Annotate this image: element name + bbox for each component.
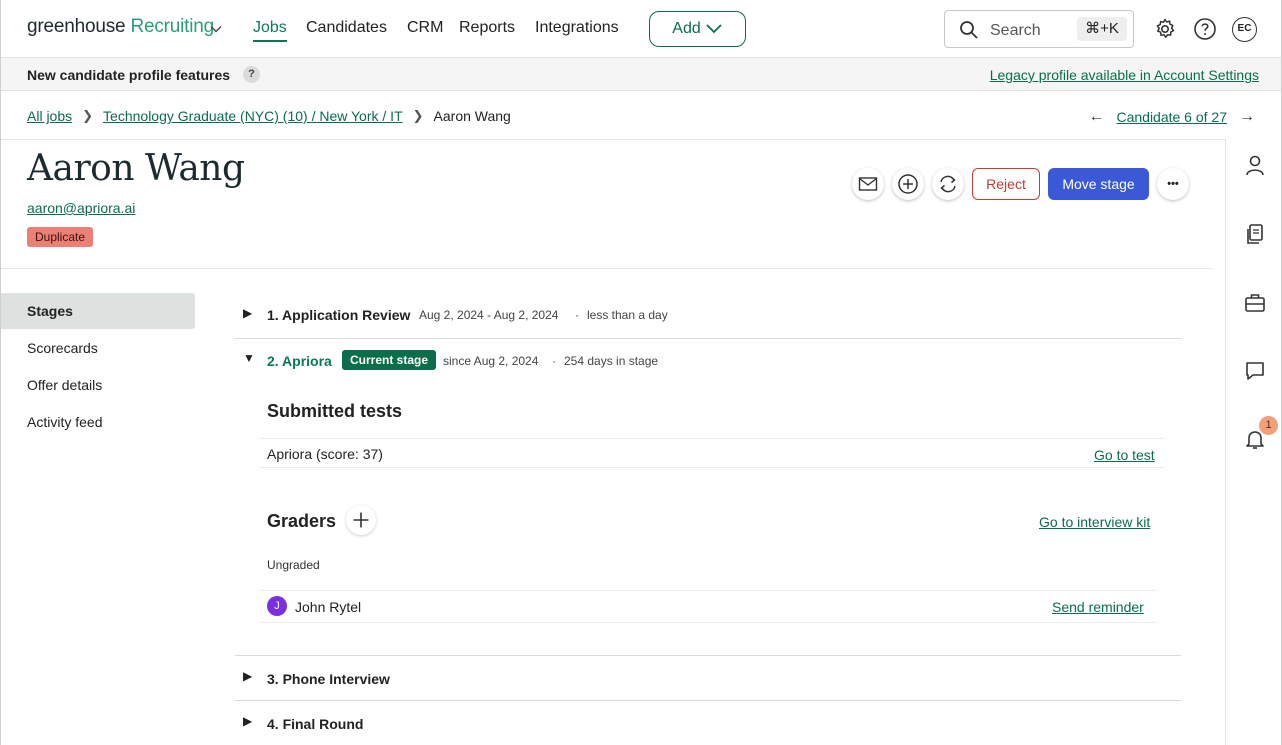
breadcrumb: All jobs ❯ Technology Graduate (NYC) (10… <box>27 108 511 124</box>
help-icon[interactable] <box>1193 17 1217 41</box>
refresh-icon <box>940 175 956 193</box>
divider <box>1 268 1213 269</box>
breadcrumb-current: Aaron Wang <box>433 108 511 124</box>
plus-circle-icon <box>898 174 918 194</box>
stage-row[interactable]: ▼ 2. Apriora Current stage since Aug 2, … <box>235 350 1181 372</box>
arrow-right-icon[interactable]: → <box>1239 108 1255 126</box>
breadcrumb-all-jobs[interactable]: All jobs <box>27 108 72 124</box>
gear-icon[interactable] <box>1153 17 1177 41</box>
help-icon[interactable]: ? <box>243 66 260 83</box>
stage-title: 2. Apriora <box>267 353 332 369</box>
stage-title: 3. Phone Interview <box>267 671 390 687</box>
arrow-left-icon[interactable]: ← <box>1088 108 1104 126</box>
go-to-test-link[interactable]: Go to test <box>1094 447 1155 463</box>
divider <box>235 700 1181 701</box>
feature-banner: New candidate profile features ? Legacy … <box>1 58 1281 91</box>
stage-since: since Aug 2, 2024 <box>443 354 539 368</box>
chevron-down-icon[interactable] <box>209 22 223 36</box>
search-icon <box>960 21 978 39</box>
mail-icon <box>858 177 878 191</box>
stage-title: 4. Final Round <box>267 716 364 732</box>
sidebar-item-activity-feed[interactable]: Activity feed <box>1 404 195 440</box>
caret-down-icon[interactable]: ▼ <box>243 351 255 365</box>
top-nav: greenhouse Recruiting Jobs Candidates CR… <box>1 0 1281 58</box>
nav-jobs[interactable]: Jobs <box>253 19 287 42</box>
right-rail: 1 <box>1225 139 1281 745</box>
stage-row[interactable]: ▶ 3. Phone Interview <box>235 668 1181 690</box>
logo-accent: Recruiting <box>130 16 215 37</box>
nav-reports[interactable]: Reports <box>459 19 515 37</box>
search-shortcut: ⌘+K <box>1077 17 1127 41</box>
divider <box>259 467 1165 468</box>
divider <box>259 622 1157 623</box>
add-label: Add <box>672 20 701 37</box>
grader-name: John Rytel <box>295 599 362 615</box>
duplicate-badge[interactable]: Duplicate <box>27 227 94 247</box>
add-button[interactable]: Add <box>649 11 746 47</box>
caret-right-icon[interactable]: ▶ <box>243 306 252 320</box>
nav-crm[interactable]: CRM <box>407 19 443 37</box>
divider <box>259 438 1165 439</box>
chevron-right-icon: ❯ <box>412 108 424 123</box>
logo[interactable]: greenhouse Recruiting <box>27 16 214 38</box>
sidebar-item-scorecards[interactable]: Scorecards <box>1 330 195 366</box>
logo-main: greenhouse <box>27 16 126 37</box>
stage-duration: less than a day <box>587 308 668 322</box>
divider <box>235 338 1181 339</box>
sidebar-item-stages[interactable]: Stages <box>1 293 195 329</box>
divider <box>235 655 1181 656</box>
banner-text: New candidate profile features <box>27 67 231 83</box>
transfer-button[interactable] <box>932 168 964 200</box>
grading-status: Ungraded <box>267 558 320 572</box>
email-button[interactable] <box>852 168 884 200</box>
go-to-interview-kit-link[interactable]: Go to interview kit <box>1039 514 1150 530</box>
search-input[interactable]: Search ⌘+K <box>944 10 1134 48</box>
meta-separator: · <box>552 354 556 368</box>
divider <box>1 139 1225 140</box>
search-placeholder: Search <box>990 22 1041 39</box>
stage-dates: Aug 2, 2024 - Aug 2, 2024 <box>419 308 559 322</box>
person-icon[interactable] <box>1244 154 1266 176</box>
graders-title: Graders <box>267 511 337 531</box>
stage-row[interactable]: ▶ 4. Final Round <box>235 713 1181 735</box>
divider <box>259 590 1157 591</box>
chevron-right-icon: ❯ <box>82 108 94 123</box>
nav-integrations[interactable]: Integrations <box>535 19 619 37</box>
avatar: J <box>267 596 287 616</box>
nav-candidates[interactable]: Candidates <box>306 19 387 37</box>
caret-right-icon[interactable]: ▶ <box>243 714 252 728</box>
stage-duration: 254 days in stage <box>564 354 659 368</box>
test-name: Apriora (score: 37) <box>267 446 383 462</box>
app-frame: greenhouse Recruiting Jobs Candidates CR… <box>0 0 1282 745</box>
submitted-tests-title: Submitted tests <box>267 401 403 421</box>
user-avatar[interactable]: EC <box>1232 17 1257 42</box>
send-reminder-link[interactable]: Send reminder <box>1052 599 1144 615</box>
reject-button[interactable]: Reject <box>972 168 1040 200</box>
comment-icon[interactable] <box>1244 360 1266 382</box>
briefcase-icon[interactable] <box>1244 292 1266 314</box>
meta-separator: · <box>575 308 579 322</box>
chevron-down-icon <box>706 24 722 34</box>
sidebar-item-offer-details[interactable]: Offer details <box>1 367 195 403</box>
breadcrumb-job[interactable]: Technology Graduate (NYC) (10) / New Yor… <box>103 108 403 124</box>
caret-right-icon[interactable]: ▶ <box>243 669 252 683</box>
candidate-email[interactable]: aaron@apriora.ai <box>27 200 135 216</box>
notification-count-badge: 1 <box>1259 416 1278 435</box>
add-grader-button[interactable] <box>346 505 376 535</box>
legacy-profile-link[interactable]: Legacy profile available in Account Sett… <box>990 67 1259 83</box>
more-options-icon[interactable]: ••• <box>1157 168 1189 200</box>
stage-row[interactable]: ▶ 1. Application Review Aug 2, 2024 - Au… <box>235 305 1181 327</box>
candidate-name: Aaron Wang <box>27 148 245 189</box>
move-stage-button[interactable]: Move stage <box>1048 168 1149 200</box>
stage-title: 1. Application Review <box>267 307 411 323</box>
add-button[interactable] <box>892 168 924 200</box>
candidate-position[interactable]: Candidate 6 of 27 <box>1116 109 1227 125</box>
candidate-pager: ← Candidate 6 of 27 → <box>1088 108 1255 126</box>
current-stage-badge: Current stage <box>342 350 437 370</box>
plus-icon <box>353 512 369 528</box>
documents-icon[interactable] <box>1244 223 1266 245</box>
